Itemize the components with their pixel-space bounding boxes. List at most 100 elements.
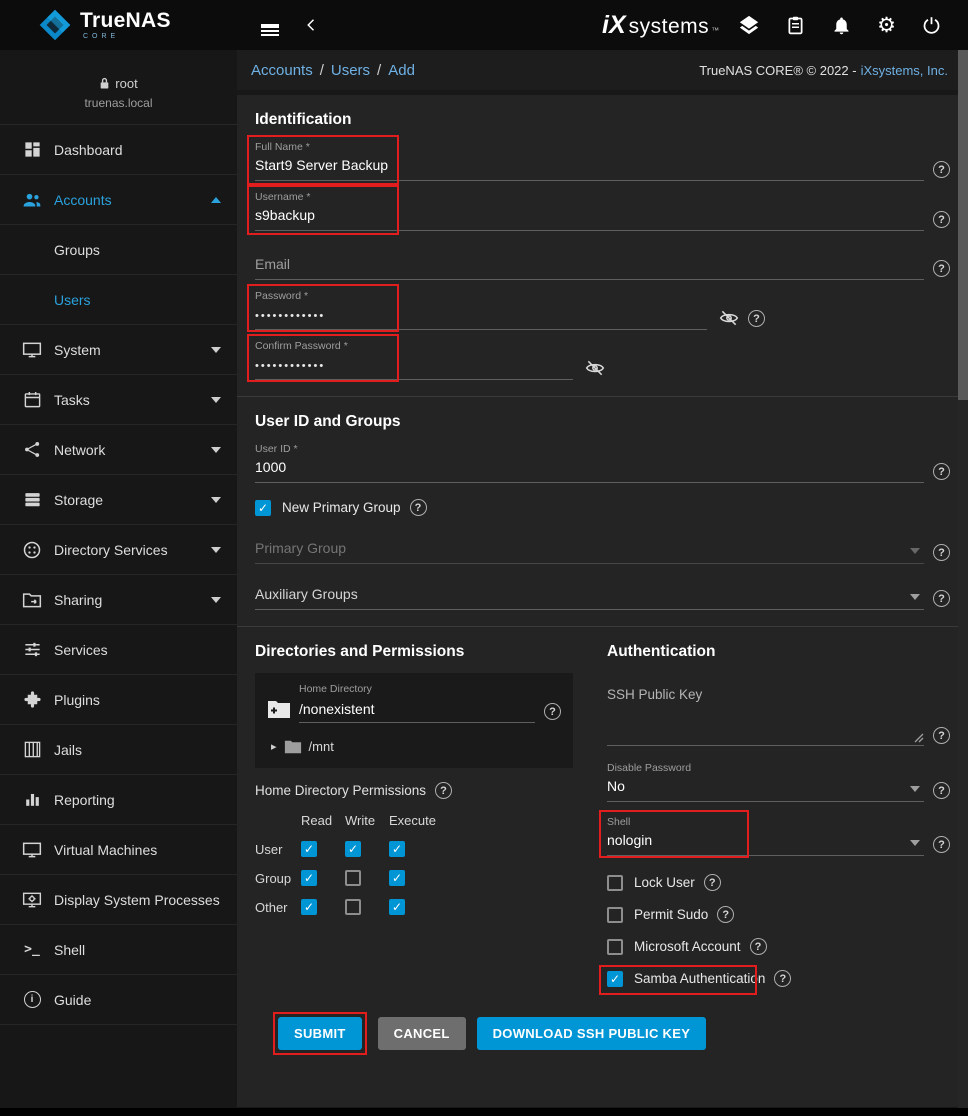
help-icon[interactable] (748, 310, 765, 327)
help-icon[interactable] (717, 906, 734, 923)
sidebar-item-groups[interactable]: Groups (0, 225, 237, 275)
section-title: User ID and Groups (255, 413, 950, 431)
truenas-logo[interactable]: TrueNAS CORE (0, 8, 237, 42)
help-icon[interactable] (933, 161, 950, 178)
lock-user-checkbox[interactable] (607, 875, 623, 891)
tree-expand-icon[interactable]: ▸ (271, 740, 277, 753)
password-input[interactable]: •••••••••••• (255, 304, 707, 330)
sidebar-item-guide[interactable]: i Guide (0, 975, 237, 1025)
confirm-password-input[interactable]: •••••••••••• (255, 354, 573, 380)
sidebar-item-jails[interactable]: Jails (0, 725, 237, 775)
ixsystems-link[interactable]: iXsystems, Inc. (861, 63, 948, 78)
jail-icon (22, 740, 42, 760)
help-icon[interactable] (933, 590, 950, 607)
sidebar-item-dashboard[interactable]: Dashboard (0, 125, 237, 175)
other-execute-checkbox[interactable] (389, 899, 405, 915)
download-ssh-key-button[interactable]: DOWNLOAD SSH PUBLIC KEY (477, 1017, 707, 1050)
main-content: Accounts / Users / Add TrueNAS CORE® © 2… (237, 50, 958, 1108)
section-title: Authentication (607, 643, 950, 661)
settings-icon[interactable]: ⚙ (877, 15, 896, 36)
monitor-gear-icon (22, 890, 42, 910)
disable-password-select[interactable]: No (607, 776, 924, 802)
help-icon[interactable] (933, 836, 950, 853)
other-write-checkbox[interactable] (345, 899, 361, 915)
user-read-checkbox[interactable] (301, 841, 317, 857)
sidebar-item-storage[interactable]: Storage (0, 475, 237, 525)
help-icon[interactable] (933, 260, 950, 277)
help-icon[interactable] (933, 211, 950, 228)
notifications-icon[interactable] (831, 15, 852, 36)
cancel-button[interactable]: CANCEL (378, 1017, 466, 1050)
directory-tree-item-mnt[interactable]: ▸ /mnt (267, 739, 561, 754)
auxiliary-groups-select[interactable]: Auxiliary Groups (255, 584, 924, 610)
sidebar-item-accounts[interactable]: Accounts (0, 175, 237, 225)
copyright-text: TrueNAS CORE® © 2022 -iXsystems, Inc. (699, 63, 948, 78)
group-write-checkbox[interactable] (345, 870, 361, 886)
sidebar-item-virtual-machines[interactable]: Virtual Machines (0, 825, 237, 875)
power-icon[interactable] (921, 15, 942, 36)
scrollbar-thumb[interactable] (958, 50, 968, 400)
eye-slash-icon[interactable] (585, 358, 605, 378)
calendar-icon (22, 390, 42, 410)
breadcrumb-accounts[interactable]: Accounts (251, 62, 313, 79)
help-icon[interactable] (704, 874, 721, 891)
samba-authentication-checkbox[interactable] (607, 971, 623, 987)
topbar: TrueNAS CORE iX systems ™ (0, 0, 968, 50)
sidebar-item-display-system-processes[interactable]: Display System Processes (0, 875, 237, 925)
email-input[interactable]: Email (255, 254, 924, 280)
breadcrumb-users[interactable]: Users (331, 62, 370, 79)
sidebar-item-services[interactable]: Services (0, 625, 237, 675)
chevron-down-icon (910, 840, 920, 846)
tasks-icon[interactable] (785, 15, 806, 36)
help-icon[interactable] (544, 703, 561, 720)
help-icon[interactable] (750, 938, 767, 955)
sidebar-item-tasks[interactable]: Tasks (0, 375, 237, 425)
sidebar-item-users[interactable]: Users (0, 275, 237, 325)
password-field: Password * •••••••••••• (255, 290, 950, 330)
new-primary-group-checkbox[interactable] (255, 500, 271, 516)
eye-slash-icon[interactable] (719, 308, 739, 328)
sidebar-item-reporting[interactable]: Reporting (0, 775, 237, 825)
sidebar-item-sharing[interactable]: Sharing (0, 575, 237, 625)
user-write-checkbox[interactable] (345, 841, 361, 857)
sidebar-item-system[interactable]: System (0, 325, 237, 375)
help-icon[interactable] (933, 544, 950, 561)
back-icon[interactable] (297, 10, 327, 40)
primary-group-select[interactable]: Primary Group (255, 538, 924, 564)
ssh-public-key-textarea[interactable] (607, 702, 924, 746)
shell-select[interactable]: nologin (607, 830, 924, 856)
sidebar-item-shell[interactable]: >_ Shell (0, 925, 237, 975)
submit-button[interactable]: SUBMIT (278, 1017, 362, 1050)
terminal-icon: >_ (22, 940, 42, 960)
other-read-checkbox[interactable] (301, 899, 317, 915)
breadcrumb-add[interactable]: Add (388, 62, 415, 79)
help-icon[interactable] (933, 782, 950, 799)
section-identification: Identification Full Name * Start9 Server… (237, 95, 958, 396)
sidebar-item-plugins[interactable]: Plugins (0, 675, 237, 725)
microsoft-account-checkbox[interactable] (607, 939, 623, 955)
full-name-input[interactable]: Start9 Server Backup (255, 155, 924, 181)
sidebar-item-network[interactable]: Network (0, 425, 237, 475)
menu-icon[interactable] (255, 16, 285, 34)
logged-in-user: root (115, 76, 137, 91)
layers-icon[interactable] (738, 14, 760, 36)
help-icon[interactable] (774, 970, 791, 987)
add-user-form: Identification Full Name * Start9 Server… (237, 95, 958, 1107)
ix-logo-systems: systems (629, 15, 710, 39)
help-icon[interactable] (933, 727, 950, 744)
help-icon[interactable] (933, 463, 950, 480)
resize-handle-icon[interactable] (914, 733, 924, 743)
help-icon[interactable] (410, 499, 427, 516)
group-read-checkbox[interactable] (301, 870, 317, 886)
permit-sudo-checkbox[interactable] (607, 907, 623, 923)
scrollbar-track[interactable] (958, 50, 968, 1108)
username-input[interactable]: s9backup (255, 205, 924, 231)
user-execute-checkbox[interactable] (389, 841, 405, 857)
home-directory-input[interactable]: /nonexistent (299, 697, 535, 723)
chevron-down-icon (211, 347, 221, 353)
help-icon[interactable] (435, 782, 452, 799)
chevron-down-icon (211, 597, 221, 603)
user-id-input[interactable]: 1000 (255, 457, 924, 483)
sidebar-item-directory-services[interactable]: Directory Services (0, 525, 237, 575)
group-execute-checkbox[interactable] (389, 870, 405, 886)
